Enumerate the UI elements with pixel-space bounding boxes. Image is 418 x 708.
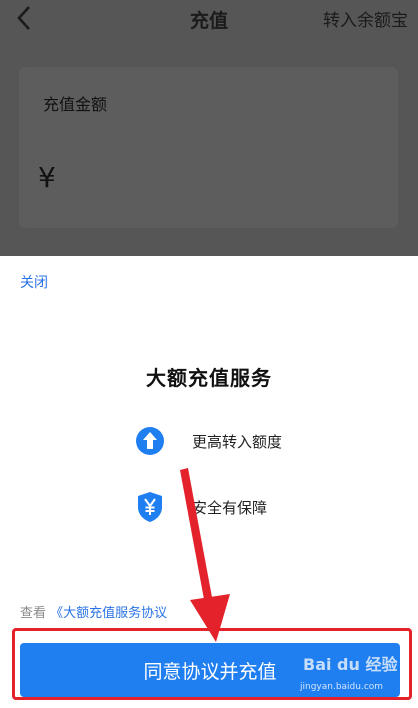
feature-item-higher-limit: 更高转入额度: [135, 424, 375, 458]
watermark-logo: Bai du 经验: [303, 655, 398, 674]
agreement-prefix: 查看: [20, 606, 47, 621]
agreement-link[interactable]: 《大额充值服务协议: [50, 606, 167, 621]
up-arrow-circle-icon: [136, 427, 164, 455]
amount-card: 充值金额 ¥: [19, 67, 398, 228]
feature-item-security: 安全有保障: [135, 490, 375, 524]
transfer-to-yuebao-link[interactable]: 转入余额宝: [323, 6, 408, 31]
close-button[interactable]: 关闭: [20, 272, 48, 292]
background-page: 充值 转入余额宝 充值金额 ¥: [0, 0, 418, 256]
currency-symbol: ¥: [38, 161, 56, 194]
sheet-title: 大额充值服务: [146, 366, 272, 390]
nav-bar: 充值 转入余额宝: [0, 0, 418, 36]
amount-input[interactable]: ¥: [38, 159, 378, 203]
yen-shield-icon: [138, 492, 162, 522]
feature-label: 安全有保障: [192, 499, 268, 517]
agreement-line: 查看 《大额充值服务协议: [20, 602, 167, 621]
confirm-button-label: 同意协议并充值: [143, 660, 277, 683]
amount-label: 充值金额: [43, 95, 108, 114]
watermark-url: jingyan.baidu.com: [300, 682, 384, 692]
feature-label: 更高转入额度: [192, 433, 283, 451]
